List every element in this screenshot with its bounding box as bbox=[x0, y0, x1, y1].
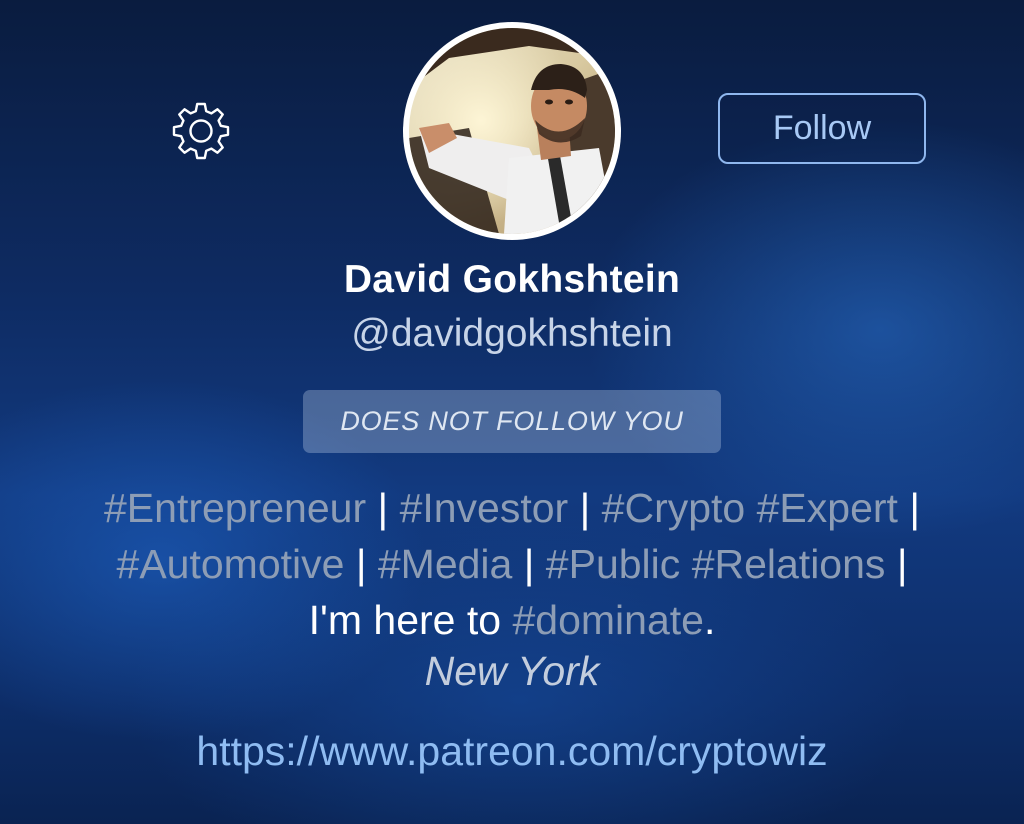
bio-text: . bbox=[703, 597, 716, 643]
bio-text bbox=[680, 541, 691, 587]
bio-text: | bbox=[512, 541, 546, 587]
profile-header: Follow David Gokhshtein @davidgokhshtein… bbox=[0, 0, 1024, 824]
bio-text: | bbox=[344, 541, 378, 587]
profile-bio: #Entrepreneur | #Investor | #Crypto #Exp… bbox=[0, 480, 1024, 648]
profile-location: New York bbox=[424, 648, 600, 694]
bio-text: | bbox=[366, 485, 400, 531]
bio-text bbox=[745, 485, 756, 531]
hashtag-link[interactable]: #Automotive bbox=[117, 541, 345, 587]
gear-icon[interactable] bbox=[168, 98, 234, 164]
bio-line: I'm here to #dominate. bbox=[0, 592, 1024, 648]
profile-website-link[interactable]: https://www.patreon.com/cryptowiz bbox=[0, 728, 1024, 775]
hashtag-link[interactable]: #Public bbox=[546, 541, 680, 587]
hashtag-link[interactable]: #Media bbox=[378, 541, 512, 587]
bio-text: | bbox=[897, 485, 920, 531]
hashtag-link[interactable]: #Relations bbox=[692, 541, 886, 587]
hashtag-link[interactable]: #Investor bbox=[400, 485, 569, 531]
profile-handle: @davidgokhshtein bbox=[351, 312, 673, 355]
follow-status-badge: DOES NOT FOLLOW YOU bbox=[303, 390, 721, 453]
profile-name: David Gokhshtein bbox=[343, 258, 681, 301]
bio-text: | bbox=[885, 541, 908, 587]
hashtag-link[interactable]: #Crypto bbox=[602, 485, 746, 531]
avatar[interactable] bbox=[403, 22, 621, 240]
hashtag-link[interactable]: #Expert bbox=[757, 485, 898, 531]
bio-text: | bbox=[568, 485, 602, 531]
hashtag-link[interactable]: #Entrepreneur bbox=[104, 485, 366, 531]
profile-photo bbox=[409, 28, 615, 234]
hashtag-link[interactable]: #dominate bbox=[512, 597, 703, 643]
bio-line: #Automotive | #Media | #Public #Relation… bbox=[0, 536, 1024, 592]
follow-button[interactable]: Follow bbox=[718, 93, 926, 164]
bio-text: I'm here to bbox=[308, 597, 513, 643]
bio-line: #Entrepreneur | #Investor | #Crypto #Exp… bbox=[0, 480, 1024, 536]
